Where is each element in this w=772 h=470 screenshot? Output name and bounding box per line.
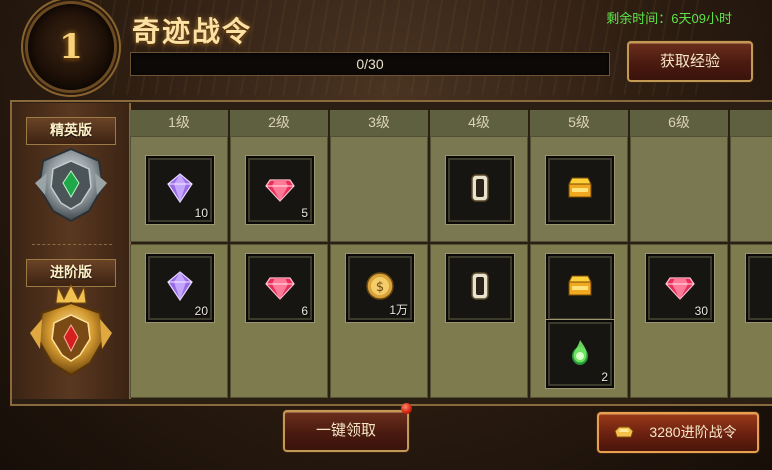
buy-advanced-pass-label: 3280进阶战令	[649, 424, 737, 440]
reward-slot[interactable]: 5	[246, 156, 314, 224]
reward-quantity: 10	[194, 206, 208, 220]
level-header: 3级	[330, 110, 428, 137]
notification-dot	[401, 403, 412, 414]
level-badge: 1	[28, 4, 114, 90]
advanced-reward-cell	[730, 244, 772, 398]
level-column: 5级 2	[530, 110, 628, 398]
exp-progress-bar: 0/30	[130, 52, 610, 76]
get-exp-button[interactable]: 获取经验	[627, 41, 753, 82]
reward-quantity: 30	[694, 304, 708, 318]
reward-slot[interactable]	[446, 156, 514, 224]
advanced-reward-cell: $1万	[330, 244, 428, 398]
scroll-icon	[464, 172, 496, 204]
gold-chest-icon	[564, 270, 596, 302]
claim-all-button[interactable]: 一键领取	[283, 410, 409, 452]
level-column: 1级 10 20	[130, 110, 228, 398]
elite-reward-cell	[730, 136, 772, 242]
advanced-emblem-icon	[30, 283, 112, 377]
reward-slot[interactable]: $1万	[346, 254, 414, 322]
level-header: 6级	[630, 110, 728, 137]
level-header: 2级	[230, 110, 328, 137]
reward-quantity: 6	[301, 304, 308, 318]
red-gem-icon	[664, 270, 696, 302]
level-header: 4级	[430, 110, 528, 137]
reward-slot[interactable]: 6	[246, 254, 314, 322]
reward-quantity: 5	[301, 206, 308, 220]
tier-panel: 精英版 进阶版	[12, 103, 131, 399]
elite-emblem-icon	[35, 147, 107, 223]
reward-slot[interactable]: 20	[146, 254, 214, 322]
green-flame-icon	[564, 336, 596, 368]
svg-text:$: $	[376, 280, 384, 295]
reward-slot[interactable]: 2	[546, 320, 614, 388]
advanced-reward-cell: 6	[230, 244, 328, 398]
reward-slot[interactable]	[746, 254, 772, 322]
level-header	[730, 110, 772, 137]
buy-advanced-pass-button[interactable]: 3280进阶战令	[597, 412, 759, 453]
tier-divider	[32, 244, 112, 245]
elite-reward-cell	[630, 136, 728, 242]
level-column	[730, 110, 772, 398]
level-header: 5级	[530, 110, 628, 137]
elite-reward-cell	[530, 136, 628, 242]
level-header: 1级	[130, 110, 228, 137]
advanced-reward-cell: 2	[530, 244, 628, 398]
gold-ingot-icon	[614, 426, 634, 438]
red-gem-icon	[264, 172, 296, 204]
red-gem-icon	[264, 270, 296, 302]
reward-slot[interactable]	[546, 254, 614, 322]
level-column: 6级 30	[630, 110, 728, 398]
reward-quantity: 20	[194, 304, 208, 318]
gold-coin-icon: $	[364, 270, 396, 302]
reward-slot[interactable]: 10	[146, 156, 214, 224]
level-number: 1	[59, 27, 83, 67]
reward-grid: 1级 10 20 2级 5 6 3级 $1万 4级 5级 2 6级 30	[130, 110, 772, 398]
remaining-time: 剩余时间：6天09小时	[606, 11, 732, 26]
purple-gem-icon	[164, 172, 196, 204]
battle-pass-window: 1 奇迹战令 剩余时间：6天09小时 0/30 获取经验 精英版 进阶版 1级 …	[0, 0, 772, 470]
reward-slot[interactable]: 30	[646, 254, 714, 322]
advanced-reward-cell: 30	[630, 244, 728, 398]
level-column: 3级 $1万	[330, 110, 428, 398]
reward-quantity: 2	[601, 370, 608, 384]
elite-reward-cell: 5	[230, 136, 328, 242]
elite-reward-cell	[430, 136, 528, 242]
page-title: 奇迹战令	[132, 15, 253, 48]
elite-reward-cell: 10	[130, 136, 228, 242]
level-column: 2级 5 6	[230, 110, 328, 398]
purple-gem-icon	[164, 270, 196, 302]
advanced-reward-cell: 20	[130, 244, 228, 398]
level-column: 4级	[430, 110, 528, 398]
gold-chest-icon	[564, 172, 596, 204]
reward-slot[interactable]	[446, 254, 514, 322]
advanced-reward-cell	[430, 244, 528, 398]
reward-slot[interactable]	[546, 156, 614, 224]
elite-reward-cell	[330, 136, 428, 242]
exp-progress-text: 0/30	[356, 56, 384, 72]
reward-quantity: 1万	[389, 303, 408, 317]
tier-label-elite: 精英版	[26, 117, 116, 145]
scroll-icon	[464, 270, 496, 302]
